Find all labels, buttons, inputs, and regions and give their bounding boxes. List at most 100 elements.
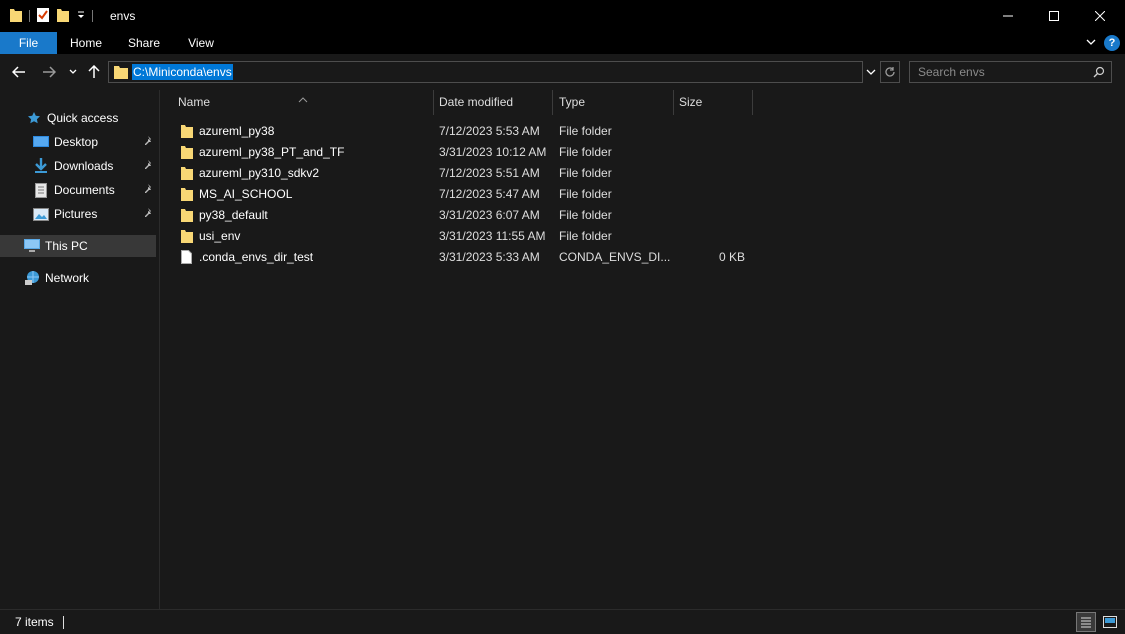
file-type: File folder bbox=[559, 187, 612, 201]
pin-icon[interactable] bbox=[143, 135, 153, 149]
large-icons-view-icon bbox=[1103, 616, 1117, 628]
file-row[interactable]: azureml_py310_sdkv2 7/12/2023 5:51 AM Fi… bbox=[177, 163, 757, 184]
file-type: File folder bbox=[559, 166, 612, 180]
search-box[interactable] bbox=[909, 61, 1112, 83]
file-name: py38_default bbox=[199, 208, 268, 222]
tab-file[interactable]: File bbox=[0, 32, 57, 54]
nav-label: Desktop bbox=[54, 135, 99, 149]
nav-label: Network bbox=[45, 271, 90, 285]
file-row[interactable]: azureml_py38_PT_and_TF 3/31/2023 10:12 A… bbox=[177, 142, 757, 163]
title-bar: envs bbox=[0, 0, 1125, 32]
file-name: .conda_envs_dir_test bbox=[199, 250, 314, 264]
nav-this-pc[interactable]: This PC bbox=[0, 235, 156, 257]
pin-icon[interactable] bbox=[143, 159, 153, 173]
close-button[interactable] bbox=[1077, 0, 1123, 32]
file-date: 7/12/2023 5:47 AM bbox=[439, 187, 540, 201]
address-path[interactable]: C:\Miniconda\envs bbox=[132, 64, 233, 80]
address-bar[interactable]: C:\Miniconda\envs bbox=[108, 61, 863, 83]
ribbon: File Home Share View ? bbox=[0, 32, 1125, 54]
file-row[interactable]: MS_AI_SCHOOL 7/12/2023 5:47 AM File fold… bbox=[177, 184, 757, 205]
details-view-icon bbox=[1081, 617, 1091, 628]
folder-icon bbox=[9, 7, 23, 26]
properties-icon[interactable] bbox=[36, 7, 50, 26]
search-input[interactable] bbox=[910, 62, 1090, 82]
nav-desktop[interactable]: Desktop bbox=[33, 131, 159, 153]
column-divider[interactable] bbox=[752, 90, 753, 115]
up-button[interactable] bbox=[84, 54, 104, 90]
expand-ribbon-icon[interactable] bbox=[1085, 36, 1097, 51]
file-type: File folder bbox=[559, 145, 612, 159]
desktop-icon bbox=[33, 134, 49, 150]
search-icon[interactable] bbox=[1093, 66, 1105, 81]
nav-label: Pictures bbox=[54, 207, 98, 221]
file-type: File folder bbox=[559, 124, 612, 138]
nav-network[interactable]: Network bbox=[24, 267, 89, 289]
file-name: usi_env bbox=[199, 229, 241, 243]
network-icon bbox=[24, 270, 40, 286]
nav-quick-access[interactable]: Quick access bbox=[26, 107, 118, 129]
pin-icon[interactable] bbox=[143, 207, 153, 221]
new-folder-icon[interactable] bbox=[56, 7, 70, 26]
customize-toolbar-icon[interactable] bbox=[76, 9, 86, 23]
file-row[interactable]: .conda_envs_dir_test 3/31/2023 5:33 AM C… bbox=[177, 247, 757, 268]
chevron-down-icon bbox=[866, 69, 876, 75]
back-button[interactable] bbox=[8, 54, 30, 90]
large-icons-view-button[interactable] bbox=[1100, 612, 1120, 632]
close-icon bbox=[1095, 11, 1105, 21]
folder-icon bbox=[181, 166, 193, 183]
nav-pictures[interactable]: Pictures bbox=[33, 203, 159, 225]
nav-documents[interactable]: Documents bbox=[33, 179, 159, 201]
maximize-icon bbox=[1049, 11, 1059, 21]
file-date: 3/31/2023 5:33 AM bbox=[439, 250, 540, 264]
status-divider bbox=[63, 616, 64, 629]
file-list: Name Date modified Type Size azureml_py3… bbox=[160, 90, 1125, 609]
tab-view[interactable]: View bbox=[173, 32, 229, 54]
recent-locations-button[interactable] bbox=[66, 54, 80, 90]
window-title: envs bbox=[110, 9, 136, 23]
navigation-pane: Quick access Desktop Downloads Documents bbox=[0, 90, 159, 609]
file-type: File folder bbox=[559, 229, 612, 243]
maximize-button[interactable] bbox=[1031, 0, 1077, 32]
file-date: 3/31/2023 11:55 AM bbox=[439, 229, 546, 243]
file-row[interactable]: usi_env 3/31/2023 11:55 AM File folder bbox=[177, 226, 757, 247]
divider bbox=[92, 10, 93, 22]
status-bar: 7 items bbox=[0, 609, 1125, 634]
chevron-down-icon bbox=[69, 69, 77, 74]
nav-label: Quick access bbox=[47, 111, 119, 125]
tab-home[interactable]: Home bbox=[57, 32, 115, 54]
refresh-button[interactable] bbox=[880, 61, 900, 83]
forward-arrow-icon bbox=[43, 66, 56, 78]
computer-icon bbox=[24, 238, 40, 254]
column-header-name[interactable]: Name bbox=[160, 90, 433, 115]
file-row[interactable]: azureml_py38 7/12/2023 5:53 AM File fold… bbox=[177, 121, 757, 142]
nav-downloads[interactable]: Downloads bbox=[33, 155, 159, 177]
documents-icon bbox=[33, 182, 49, 198]
file-name: azureml_py38 bbox=[199, 124, 275, 138]
forward-button[interactable] bbox=[38, 54, 60, 90]
column-label: Name bbox=[178, 95, 211, 109]
column-header-date[interactable]: Date modified bbox=[421, 90, 553, 115]
refresh-icon bbox=[885, 67, 895, 77]
address-history-button[interactable] bbox=[863, 61, 879, 83]
tab-share[interactable]: Share bbox=[115, 32, 173, 54]
details-view-button[interactable] bbox=[1076, 612, 1096, 632]
file-name: azureml_py310_sdkv2 bbox=[199, 166, 320, 180]
minimize-button[interactable] bbox=[985, 0, 1031, 32]
file-row[interactable]: py38_default 3/31/2023 6:07 AM File fold… bbox=[177, 205, 757, 226]
file-date: 7/12/2023 5:51 AM bbox=[439, 166, 540, 180]
help-icon[interactable]: ? bbox=[1104, 35, 1120, 51]
pictures-icon bbox=[33, 206, 49, 222]
quick-access-toolbar bbox=[9, 7, 93, 25]
item-count: 7 items bbox=[15, 615, 54, 629]
navigation-bar: C:\Miniconda\envs bbox=[0, 54, 1125, 90]
file-date: 3/31/2023 6:07 AM bbox=[439, 208, 540, 222]
file-date: 3/31/2023 10:12 AM bbox=[439, 145, 547, 159]
column-header-type[interactable]: Type bbox=[541, 90, 673, 115]
downloads-icon bbox=[33, 158, 49, 174]
column-header-size[interactable]: Size bbox=[661, 90, 741, 115]
sort-ascending-icon bbox=[298, 88, 308, 113]
file-type: CONDA_ENVS_DI... bbox=[559, 250, 671, 264]
pin-icon[interactable] bbox=[143, 183, 153, 197]
nav-label: Documents bbox=[54, 183, 115, 197]
folder-icon bbox=[181, 145, 193, 162]
